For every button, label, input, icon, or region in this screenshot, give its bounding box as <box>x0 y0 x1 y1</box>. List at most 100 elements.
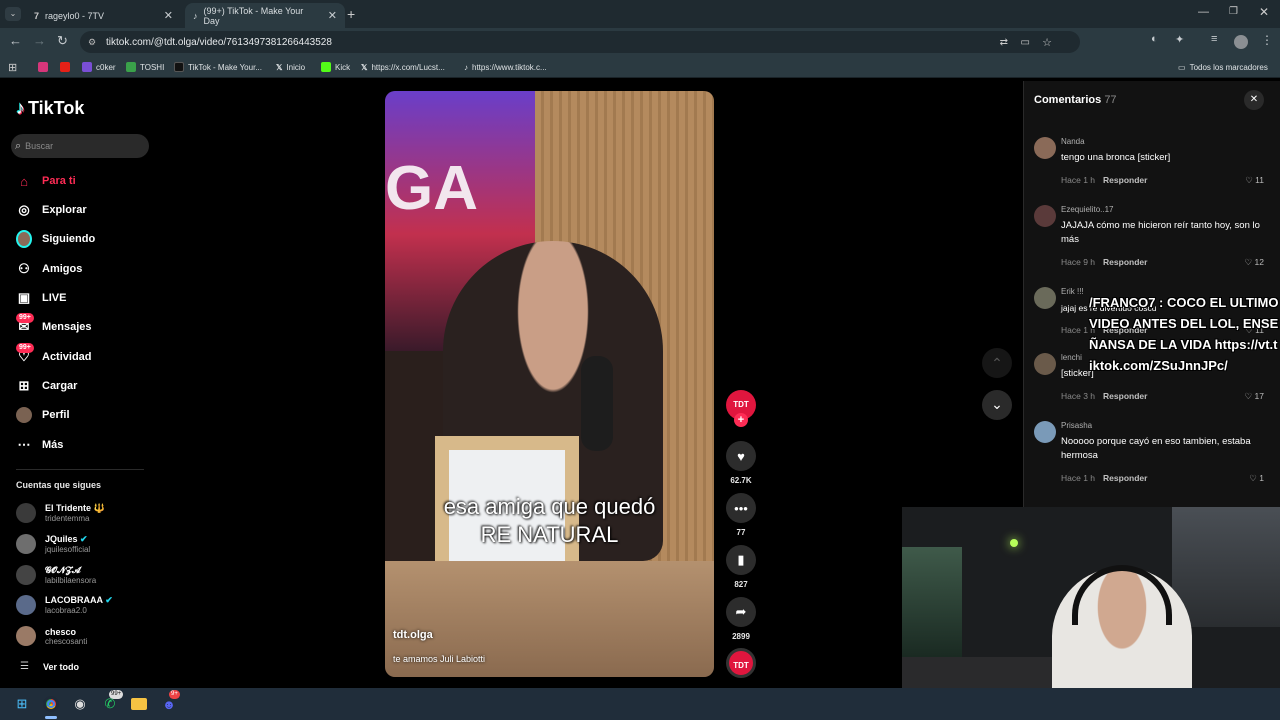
list-icon: ☰ <box>20 661 29 672</box>
reply-button[interactable]: Responder <box>1103 473 1147 483</box>
badge: 99+ <box>109 690 124 699</box>
bookmark-item[interactable]: 𝕏https://x.com/Lucst... <box>361 56 445 78</box>
bookmark-item[interactable]: c0ker <box>82 56 116 78</box>
avatar[interactable] <box>1034 205 1056 227</box>
bookmark-star-icon[interactable]: ☆ <box>1042 36 1052 49</box>
tab-search-button[interactable]: ⌄ <box>5 7 21 21</box>
previous-video-button[interactable]: ⌃ <box>982 348 1012 378</box>
account-name: JQuiles ✔ <box>45 534 88 544</box>
sidebar-item-para-ti[interactable]: ⌂ Para ti <box>16 173 76 189</box>
reload-icon[interactable]: ↻ <box>57 33 68 49</box>
comment-user[interactable]: Nanda <box>1061 137 1085 146</box>
media-controls-icon[interactable]: ≡ <box>1211 33 1217 45</box>
comment-user[interactable]: Erik !!! <box>1061 287 1084 296</box>
new-tab-button[interactable]: + <box>347 6 355 22</box>
sidebar-item-amigos[interactable]: ⚇ Amigos <box>16 261 82 277</box>
like-button[interactable]: ♥ 62.7K <box>725 441 757 485</box>
youtube-bookmark-icon[interactable] <box>60 56 70 78</box>
avatar[interactable] <box>1034 353 1056 375</box>
tab-tiktok[interactable]: ♪ (99+) TikTok - Make Your Day ✕ <box>185 3 345 28</box>
file-explorer-icon[interactable] <box>129 694 149 714</box>
obs-icon[interactable]: ◉ <box>70 694 90 714</box>
comment-user[interactable]: lenchi <box>1061 353 1082 362</box>
reply-button[interactable]: Responder <box>1103 175 1147 185</box>
tab-7tv[interactable]: 7 rageylo0 - 7TV ✕ <box>26 3 181 28</box>
menu-dots-icon[interactable]: ⋮ <box>1261 33 1273 47</box>
account-name: El Tridente 🔱 <box>45 503 105 513</box>
video-description: te amamos Juli Labiotti <box>393 654 486 664</box>
sidebar-item-mensajes[interactable]: ✉ 99+ Mensajes <box>16 313 92 335</box>
sidebar-item-siguiendo[interactable]: Siguiendo <box>16 230 95 248</box>
badge: 99+ <box>16 313 34 323</box>
sidebar-item-label: Más <box>42 439 64 451</box>
sidebar-item-cargar[interactable]: ⊞ Cargar <box>16 378 78 394</box>
next-video-button[interactable]: ⌄ <box>982 390 1012 420</box>
avatar <box>16 626 36 646</box>
comment-user[interactable]: Ezequielito..17 <box>1061 205 1113 214</box>
share-button[interactable]: ➦ 2899 <box>725 597 757 641</box>
followed-account[interactable]: 𝓖𝓞𝓝𝓩𝓐 labilbilaensora <box>16 565 96 585</box>
comment-like[interactable]: ♡ 11 <box>1245 175 1264 186</box>
all-bookmarks[interactable]: ▭ Todos los marcadores <box>1178 56 1268 78</box>
windows-start-icon[interactable]: ⊞ <box>12 694 32 714</box>
avatar[interactable] <box>1034 287 1056 309</box>
video-player[interactable]: GA esa amiga que quedó RE NATURAL tdt.ol… <box>385 91 714 677</box>
close-tab-icon[interactable]: ✕ <box>328 9 337 22</box>
sidebar-item-actividad[interactable]: ♡ 99+ Actividad <box>16 343 92 365</box>
video-author[interactable]: tdt.olga <box>393 629 433 641</box>
comment-like[interactable]: ♡ 12 <box>1245 257 1264 268</box>
reply-button[interactable]: Responder <box>1103 257 1147 267</box>
sidebar-item-perfil[interactable]: Perfil <box>16 407 70 423</box>
avatar[interactable] <box>1034 137 1056 159</box>
followed-account[interactable]: JQuiles ✔ jquilesofficial <box>16 534 90 554</box>
comment-user[interactable]: Prisasha <box>1061 421 1092 430</box>
comment-like[interactable]: ♡ 17 <box>1245 391 1264 402</box>
tiktok-logo[interactable]: ♪ TikTok <box>16 98 84 119</box>
more-icon: ⋯ <box>17 437 31 452</box>
url-field[interactable]: ⚙ tiktok.com/@tdt.olga/video/76134973812… <box>80 31 1080 53</box>
extension-icon[interactable]: ◐ <box>1151 33 1158 45</box>
comment-like[interactable]: ♡ 1 <box>1249 473 1264 484</box>
apps-icon[interactable]: ⊞ <box>8 56 17 78</box>
bookmark-label: https://x.com/Lucst... <box>371 62 445 72</box>
folder-icon: ▭ <box>1178 62 1186 72</box>
search-input[interactable]: ⌕ Buscar <box>11 134 149 158</box>
extensions-puzzle-icon[interactable]: ✦ <box>1175 33 1184 46</box>
avatar <box>16 534 36 554</box>
site-info-icon[interactable]: ⚙ <box>88 37 96 48</box>
profile-avatar[interactable] <box>1234 35 1248 49</box>
sidebar-item-mas[interactable]: ⋯ Más <box>16 437 64 453</box>
comment-time: Hace 9 h <box>1061 257 1096 267</box>
bookmark-item[interactable]: Kick <box>321 56 350 78</box>
chrome-icon[interactable] <box>41 694 61 714</box>
translate-icon[interactable]: ⇄ <box>1000 37 1008 48</box>
bookmark-item[interactable]: TikTok - Make Your... <box>174 56 262 78</box>
comment-button[interactable]: ••• 77 <box>725 493 757 537</box>
restore-button[interactable]: ❐ <box>1229 6 1238 17</box>
bookmark-item[interactable]: TOSHI <box>126 56 164 78</box>
followed-account[interactable]: chesco chescosanti <box>16 626 87 646</box>
close-tab-icon[interactable]: ✕ <box>164 9 173 22</box>
see-all-label: Ver todo <box>42 661 79 672</box>
followed-account[interactable]: LACOBRAAA ✔ lacobraa2.0 <box>16 595 113 615</box>
sound-disc-button[interactable]: TDT <box>725 648 757 678</box>
close-comments-button[interactable]: ✕ <box>1244 90 1264 110</box>
back-icon[interactable]: ← <box>9 33 22 48</box>
forward-icon[interactable]: → <box>33 33 46 48</box>
discord-icon[interactable]: ☻ 9+ <box>159 690 180 714</box>
bookmark-item[interactable]: ♪ https://www.tiktok.c... <box>464 56 547 78</box>
install-app-icon[interactable]: ▭ <box>1021 37 1030 48</box>
reply-button[interactable]: Responder <box>1103 391 1147 401</box>
see-all-link[interactable]: ☰ Ver todo <box>20 661 79 672</box>
save-button[interactable]: ▮ 827 <box>725 545 757 589</box>
avatar[interactable] <box>1034 421 1056 443</box>
instagram-bookmark-icon[interactable] <box>38 56 48 78</box>
close-window-button[interactable]: ✕ <box>1259 5 1269 19</box>
bookmark-item[interactable]: 𝕏 Inicio <box>276 56 305 78</box>
sidebar-item-live[interactable]: ▣ LIVE <box>16 290 67 306</box>
author-avatar-button[interactable]: TDT + <box>725 390 757 427</box>
whatsapp-icon[interactable]: ✆ 99+ <box>100 690 124 714</box>
followed-account[interactable]: El Tridente 🔱 tridentemma <box>16 503 105 523</box>
minimize-button[interactable]: — <box>1198 6 1209 18</box>
sidebar-item-explorar[interactable]: ◎ Explorar <box>16 202 86 218</box>
